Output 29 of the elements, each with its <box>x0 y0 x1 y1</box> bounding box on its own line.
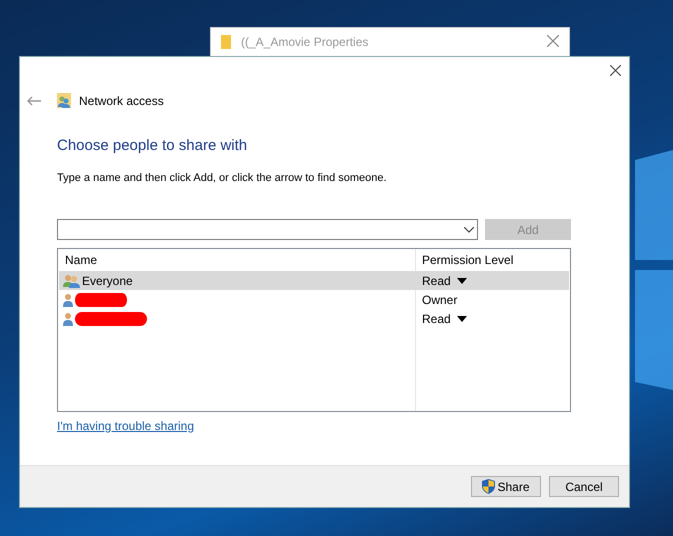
user-name: Everyone <box>82 274 133 288</box>
column-header[interactable]: Name <box>65 253 98 267</box>
table-row[interactable]: Read <box>59 309 569 328</box>
back-arrow-icon[interactable] <box>27 96 41 106</box>
share-button[interactable]: Share <box>471 476 541 497</box>
close-icon[interactable] <box>547 35 559 47</box>
dropdown-caret-icon[interactable] <box>456 316 467 322</box>
person-icon <box>63 292 73 306</box>
permission-level[interactable]: Read <box>422 312 451 326</box>
trouble-sharing-link[interactable]: I'm having trouble sharing <box>57 419 194 433</box>
table-row[interactable]: Owner <box>59 290 569 309</box>
shield-icon <box>482 479 496 494</box>
heading: Choose people to share with <box>57 137 248 154</box>
cancel-button[interactable]: Cancel <box>549 476 619 497</box>
chevron-down-icon[interactable] <box>464 226 474 232</box>
name-combo-field[interactable] <box>57 219 478 240</box>
instruction-text: Type a name and then click Add, or click the arrow to find someone. <box>57 172 388 184</box>
folder-icon <box>221 35 231 49</box>
close-icon[interactable] <box>610 65 621 76</box>
dialog-title: Network access <box>79 94 164 108</box>
person-icon <box>63 312 73 326</box>
permission-level: Owner <box>422 292 458 306</box>
column-header[interactable]: Permission Level <box>422 253 514 267</box>
people-icon <box>63 274 80 288</box>
dropdown-caret-icon[interactable] <box>456 278 467 284</box>
people-folder-icon <box>57 93 71 108</box>
table-row[interactable]: Everyone Read <box>59 271 569 290</box>
permission-level[interactable]: Read <box>422 274 451 288</box>
window-title: ((_A_Amovie Properties <box>241 35 370 49</box>
